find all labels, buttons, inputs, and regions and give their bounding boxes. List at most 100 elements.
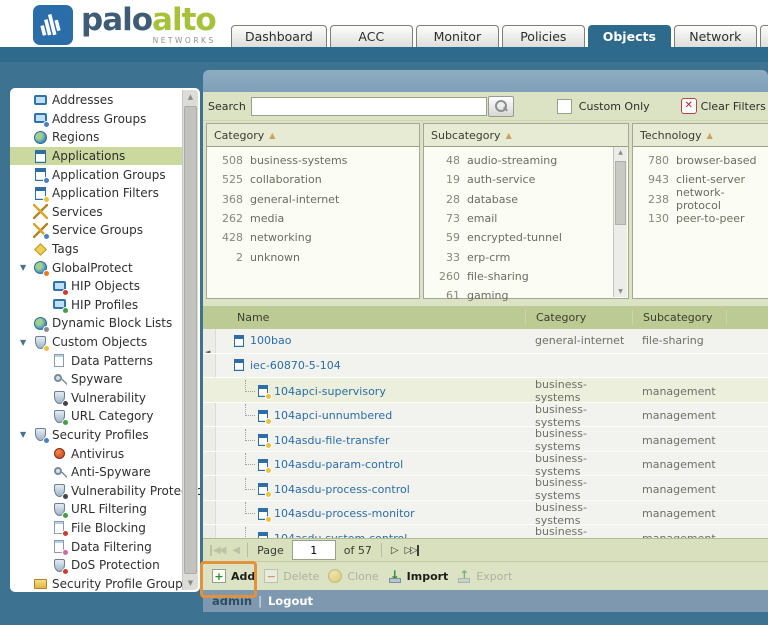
sidebar-item[interactable]: Address Groups bbox=[10, 110, 182, 129]
category-filter-row[interactable]: 368 general-internet bbox=[207, 190, 419, 209]
sidebar-item[interactable]: Dynamic Block Lists bbox=[10, 314, 182, 333]
application-link[interactable]: 104asdu-param-control bbox=[274, 458, 403, 471]
application-link[interactable]: 104asdu-file-transfer bbox=[274, 434, 390, 447]
sidebar-item[interactable]: URL Filtering bbox=[10, 500, 182, 519]
tab[interactable]: De bbox=[760, 25, 768, 47]
search-button[interactable] bbox=[488, 96, 514, 117]
subcategory-filter-row[interactable]: 33 erp-crm bbox=[424, 247, 613, 266]
sidebar-item[interactable]: Application Filters bbox=[10, 184, 182, 203]
subcategory-filter-row[interactable]: 260 file-sharing bbox=[424, 267, 613, 286]
application-link[interactable]: 104asdu-system-control bbox=[274, 532, 407, 539]
sidebar-item[interactable]: GlobalProtect bbox=[10, 258, 182, 277]
previous-page-icon[interactable]: ◀ bbox=[232, 545, 238, 556]
sidebar-item[interactable]: HIP Profiles bbox=[10, 296, 182, 315]
tab[interactable]: Dashboard bbox=[231, 25, 327, 47]
search-input[interactable] bbox=[251, 97, 487, 116]
technology-filter-header[interactable]: Technology ▲ bbox=[633, 124, 768, 147]
sidebar-item[interactable]: HIP Objects bbox=[10, 277, 182, 296]
sidebar-scrollbar[interactable]: ▲ ▼ bbox=[182, 90, 198, 590]
page-number-input[interactable] bbox=[292, 540, 336, 560]
category-filter-row[interactable]: 2 unknown bbox=[207, 247, 419, 266]
application-link[interactable]: iec-60870-5-104 bbox=[250, 359, 341, 372]
sidebar-item[interactable]: Services bbox=[10, 203, 182, 222]
tab[interactable]: Objects bbox=[588, 25, 671, 47]
toolbar-button[interactable]: Delete bbox=[264, 569, 319, 583]
subcategory-filter-row[interactable]: 19 auth-service bbox=[424, 170, 613, 189]
subcategory-filter-row[interactable]: 48 audio-streaming bbox=[424, 151, 613, 170]
application-link[interactable]: 104asdu-process-monitor bbox=[274, 507, 415, 520]
sidebar-item[interactable]: File Blocking bbox=[10, 519, 182, 538]
sidebar-item[interactable]: URL Category bbox=[10, 407, 182, 426]
table-row[interactable]: 104asdu-file-transfer business-systems m… bbox=[203, 427, 768, 452]
scrollbar-thumb[interactable] bbox=[615, 161, 626, 225]
tab[interactable]: Policies bbox=[502, 25, 585, 47]
tab[interactable]: Network bbox=[674, 25, 757, 47]
toolbar-button[interactable]: Export bbox=[457, 569, 512, 583]
table-row[interactable]: 104asdu-system-control business-systems … bbox=[203, 525, 768, 538]
scroll-up-icon[interactable]: ▲ bbox=[183, 93, 198, 101]
sidebar-item[interactable]: DoS Protection bbox=[10, 556, 182, 575]
scroll-down-icon[interactable]: ▼ bbox=[183, 579, 198, 587]
subcategory-filter-row[interactable]: 59 encrypted-tunnel bbox=[424, 228, 613, 247]
table-row[interactable]: 104apci-unnumbered business-systems mana… bbox=[203, 403, 768, 428]
logged-in-user[interactable]: admin bbox=[212, 594, 252, 608]
subcategory-filter-header[interactable]: Subcategory ▲ bbox=[424, 124, 628, 147]
last-page-icon[interactable]: ▷▷ bbox=[405, 545, 419, 556]
subcategory-filter-row[interactable]: 61 gaming bbox=[424, 286, 613, 305]
sidebar-item[interactable]: Spyware bbox=[10, 370, 182, 389]
table-row[interactable]: 104asdu-param-control business-systems m… bbox=[203, 452, 768, 477]
sidebar-item[interactable]: Security Profile Groups bbox=[10, 574, 182, 592]
table-row[interactable]: 104asdu-process-control business-systems… bbox=[203, 476, 768, 501]
technology-filter-row[interactable]: 238 network-protocol bbox=[633, 190, 768, 209]
category-filter-row[interactable]: 262 media bbox=[207, 209, 419, 228]
sidebar-item[interactable]: Regions bbox=[10, 128, 182, 147]
toolbar-button[interactable]: Clone bbox=[328, 569, 378, 583]
clear-filters-label[interactable]: Clear Filters bbox=[701, 100, 766, 113]
sidebar-item[interactable]: Service Groups bbox=[10, 221, 182, 240]
application-link[interactable]: 100bao bbox=[250, 334, 291, 347]
table-row[interactable]: 100bao general-internet file-sharing bbox=[203, 329, 768, 354]
scroll-down-icon[interactable]: ▼ bbox=[614, 288, 627, 295]
sidebar-item[interactable]: Custom Objects bbox=[10, 333, 182, 352]
table-row[interactable]: 104asdu-process-monitor business-systems… bbox=[203, 501, 768, 526]
sidebar-item[interactable]: Addresses bbox=[10, 91, 182, 110]
column-header-category[interactable]: Category bbox=[525, 310, 632, 325]
application-link[interactable]: 104apci-unnumbered bbox=[274, 409, 392, 422]
sidebar-item[interactable]: Antivirus bbox=[10, 444, 182, 463]
subcategory-filter-row[interactable]: 28 database bbox=[424, 190, 613, 209]
expander-triangle-icon[interactable] bbox=[20, 430, 33, 439]
sidebar-item[interactable]: Tags bbox=[10, 240, 182, 259]
table-row[interactable]: iec-60870-5-104 bbox=[203, 354, 768, 379]
next-page-icon[interactable]: ▷ bbox=[391, 545, 397, 556]
subcategory-filter-row[interactable]: 73 email bbox=[424, 209, 613, 228]
scroll-up-icon[interactable]: ▲ bbox=[614, 149, 627, 156]
logout-link[interactable]: Logout bbox=[268, 594, 313, 608]
toolbar-button[interactable]: Add bbox=[212, 569, 255, 583]
column-header-name[interactable]: Name bbox=[203, 310, 525, 325]
toolbar-button[interactable]: Import bbox=[388, 569, 449, 583]
expander-triangle-icon[interactable] bbox=[20, 263, 33, 272]
subcategory-scrollbar[interactable]: ▲ ▼ bbox=[613, 147, 627, 297]
application-link[interactable]: 104apci-supervisory bbox=[274, 385, 386, 398]
category-filter-row[interactable]: 508 business-systems bbox=[207, 151, 419, 170]
scrollbar-thumb[interactable] bbox=[184, 106, 197, 574]
application-link[interactable]: 104asdu-process-control bbox=[274, 483, 410, 496]
technology-filter-row[interactable]: 780 browser-based bbox=[633, 151, 768, 170]
category-filter-row[interactable]: 525 collaboration bbox=[207, 170, 419, 189]
category-filter-row[interactable]: 428 networking bbox=[207, 228, 419, 247]
sidebar-item[interactable]: Application Groups bbox=[10, 165, 182, 184]
expander-triangle-icon[interactable] bbox=[20, 338, 33, 347]
sidebar-item[interactable]: Vulnerability Protection bbox=[10, 481, 182, 500]
tab[interactable]: ACC bbox=[330, 25, 413, 47]
sidebar-item[interactable]: Vulnerability bbox=[10, 389, 182, 408]
sidebar-item[interactable]: Data Patterns bbox=[10, 351, 182, 370]
tab[interactable]: Monitor bbox=[416, 25, 499, 47]
sidebar-item[interactable]: Data Filtering bbox=[10, 537, 182, 556]
column-header-subcategory[interactable]: Subcategory bbox=[632, 310, 726, 325]
sidebar-item[interactable]: Applications bbox=[10, 147, 182, 166]
sidebar-item[interactable]: Security Profiles bbox=[10, 426, 182, 445]
clear-filters-icon[interactable]: ✕ bbox=[681, 98, 697, 114]
custom-only-checkbox[interactable] bbox=[557, 99, 572, 114]
category-filter-header[interactable]: Category ▲ bbox=[207, 124, 419, 147]
sidebar-item[interactable]: Anti-Spyware bbox=[10, 463, 182, 482]
